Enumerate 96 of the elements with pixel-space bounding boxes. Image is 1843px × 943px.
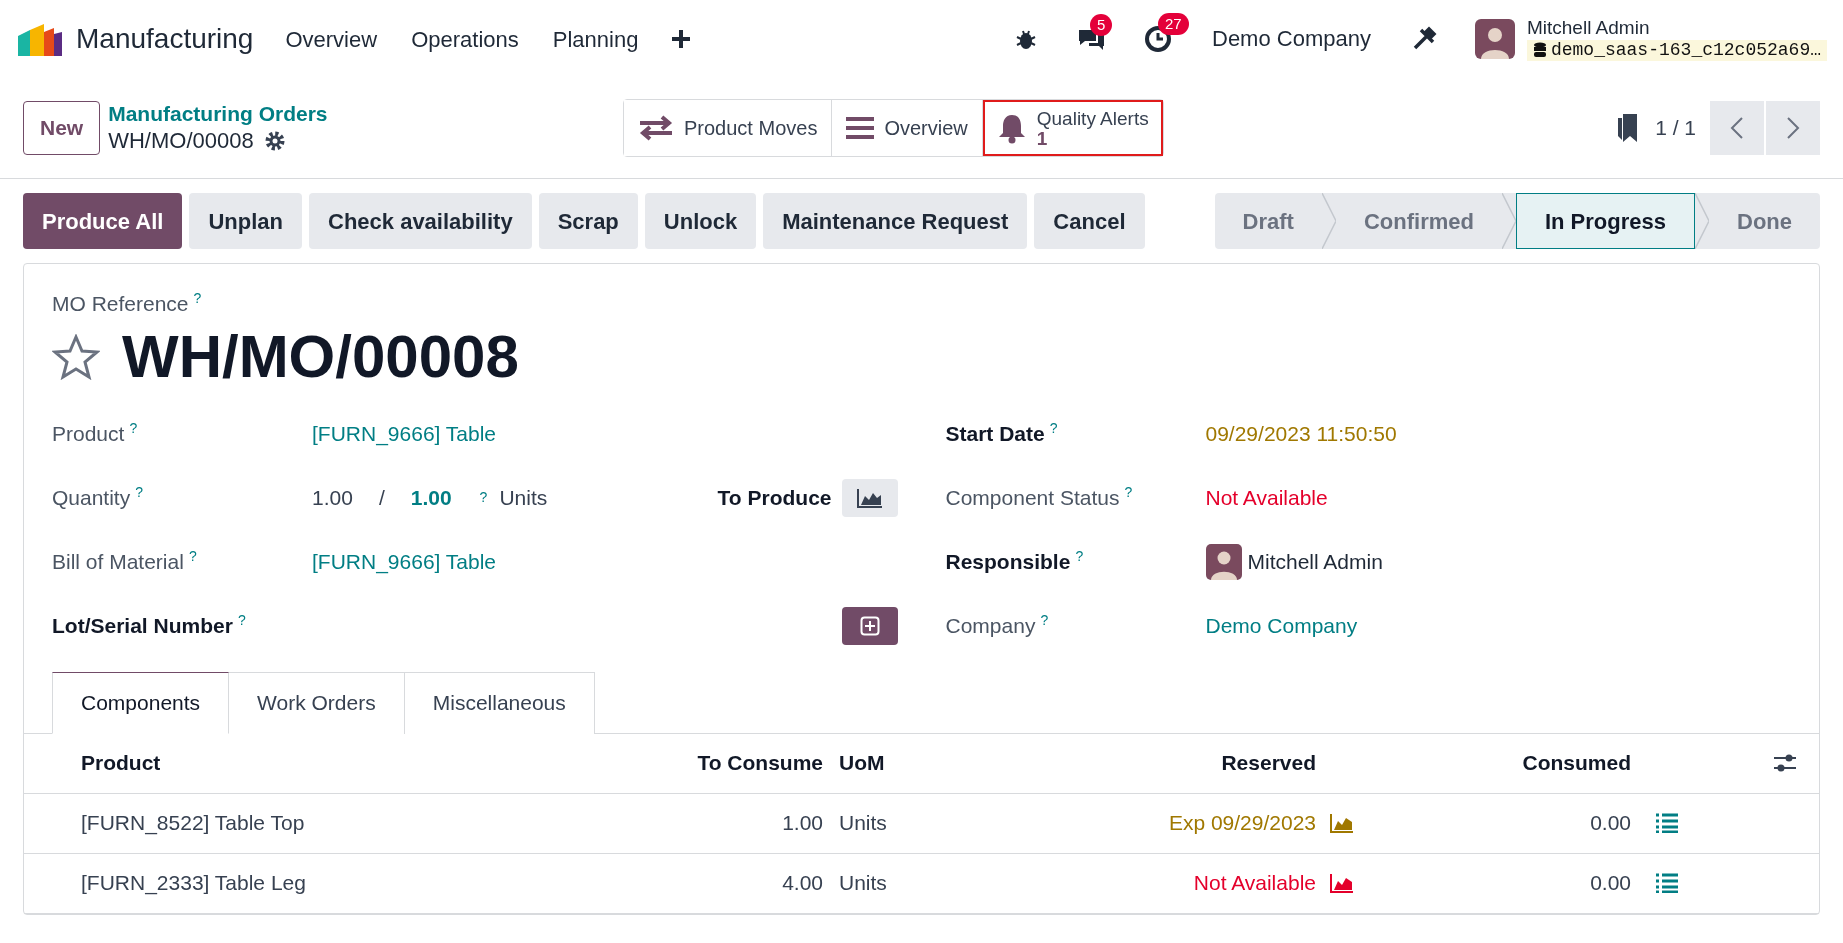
breadcrumb-link[interactable]: Manufacturing Orders: [108, 101, 328, 128]
smart-button[interactable]: Product Moves: [624, 100, 833, 156]
action-button[interactable]: Check availability: [309, 193, 532, 249]
help-mark[interactable]: ?: [1124, 481, 1133, 514]
table-cell-text: 0.00: [1589, 870, 1631, 897]
transfer-arrows-icon: [638, 115, 674, 141]
column-header[interactable]: Product: [81, 747, 621, 779]
notebook-tab[interactable]: Miscellaneous: [404, 671, 595, 734]
detail-list-icon[interactable]: [1655, 873, 1679, 893]
field-label: Component Status: [945, 484, 1120, 511]
notebook-tab[interactable]: Components: [52, 671, 230, 734]
action-button[interactable]: Unplan: [189, 193, 302, 249]
status-stage[interactable]: In Progress: [1515, 193, 1695, 249]
help-mark[interactable]: ?: [237, 609, 246, 642]
field-label: MO Reference: [52, 291, 189, 317]
column-header[interactable]: UoM: [823, 747, 1001, 779]
star-icon[interactable]: [52, 333, 100, 380]
area-chart-icon[interactable]: [1330, 873, 1354, 893]
action-button[interactable]: Maintenance Request: [763, 193, 1028, 249]
help-mark[interactable]: ?: [129, 417, 138, 450]
area-chart-icon: [856, 487, 883, 508]
quantity-value[interactable]: 1.00: [312, 481, 353, 514]
field-label: Company: [945, 612, 1036, 639]
field-label: Bill of Material: [52, 548, 184, 575]
help-mark[interactable]: ?: [193, 288, 202, 320]
app-logo-icon: [16, 22, 62, 56]
notification-badge: 27: [1158, 13, 1189, 35]
user-name[interactable]: Mitchell Admin: [1526, 16, 1827, 40]
separator-text: /: [378, 484, 385, 511]
user-avatar[interactable]: [1474, 19, 1515, 59]
field-label: Product: [52, 420, 125, 447]
field-label: Lot/Serial Number: [52, 612, 233, 639]
help-mark[interactable]: ?: [479, 487, 488, 508]
company-switcher[interactable]: Demo Company: [1210, 22, 1373, 56]
menu-item[interactable]: Operations: [409, 22, 521, 56]
plus-icon[interactable]: [670, 28, 693, 50]
app-name[interactable]: Manufacturing: [76, 18, 254, 60]
quantity-target[interactable]: 1.00: [410, 481, 452, 514]
field-label: Quantity: [52, 484, 131, 511]
chevron-right-icon: [1786, 116, 1800, 140]
table-cell-text: [FURN_8522] Table Top: [81, 810, 306, 837]
action-button[interactable]: Cancel: [1034, 193, 1145, 249]
plus-square-icon: [859, 615, 880, 636]
action-button[interactable]: Scrap: [538, 193, 638, 249]
table-cell-text: Units: [838, 870, 888, 897]
field-label: To Produce: [717, 484, 832, 511]
field-link[interactable]: [FURN_9666] Table: [312, 417, 497, 450]
table-cell-text: Units: [838, 810, 888, 837]
record-name: WH/MO/00008: [108, 127, 254, 155]
detail-list-icon[interactable]: [1655, 813, 1679, 833]
status-stage[interactable]: Confirmed: [1335, 193, 1502, 249]
status-stage[interactable]: Done: [1709, 193, 1820, 249]
notification-badge: 5: [1090, 14, 1113, 36]
help-mark[interactable]: ?: [1040, 609, 1049, 642]
stage-separator-icon: [1695, 193, 1709, 249]
menu-item[interactable]: Planning: [550, 22, 641, 56]
table-cell-text: 0.00: [1589, 810, 1631, 837]
status-stage[interactable]: Draft: [1214, 193, 1322, 249]
add-lot-button[interactable]: [841, 606, 898, 645]
database-name: demo_saas-163_c12c052a69…: [1526, 39, 1827, 62]
sliders-icon[interactable]: [1773, 752, 1797, 774]
status-value: Not Available: [1205, 484, 1328, 511]
help-mark[interactable]: ?: [1049, 417, 1058, 450]
help-mark[interactable]: ?: [188, 545, 197, 578]
table-cell-text: [FURN_2333] Table Leg: [81, 870, 307, 897]
table-cell-text: 1.00: [781, 810, 823, 837]
field-link[interactable]: [FURN_9666] Table: [312, 545, 497, 578]
table-cell-text: Exp 09/29/2023: [1167, 810, 1316, 837]
menu-item[interactable]: Overview: [283, 22, 380, 56]
column-header[interactable]: Reserved: [1001, 747, 1316, 779]
pager-value[interactable]: 1 / 1: [1655, 112, 1696, 144]
user-name[interactable]: Mitchell Admin: [1247, 545, 1383, 578]
table-cell-text: 4.00: [781, 870, 823, 897]
action-button[interactable]: Produce All: [23, 193, 183, 249]
settings-icon[interactable]: [263, 130, 286, 153]
forecast-button[interactable]: [841, 478, 898, 517]
database-icon: [1532, 42, 1547, 59]
smart-button[interactable]: Quality Alerts 1: [982, 100, 1163, 156]
area-chart-icon[interactable]: [1330, 813, 1354, 833]
record-title: WH/MO/00008: [122, 323, 519, 390]
notebook-tab[interactable]: Work Orders: [229, 671, 405, 734]
field-label: Responsible: [945, 548, 1071, 575]
action-button[interactable]: Unlock: [644, 193, 757, 249]
column-header[interactable]: Consumed: [1366, 747, 1631, 779]
user-avatar: [1205, 543, 1242, 580]
chevron-left-icon: [1730, 116, 1744, 140]
list-icon: [846, 116, 875, 140]
new-button[interactable]: New: [23, 101, 101, 155]
uom-text: Units: [499, 484, 548, 511]
date-value[interactable]: 09/29/2023 11:50:50: [1205, 417, 1397, 450]
field-link[interactable]: Demo Company: [1205, 609, 1358, 642]
table-cell-text: Not Available: [1192, 870, 1316, 897]
field-label: Start Date: [945, 420, 1045, 447]
help-mark[interactable]: ?: [135, 481, 143, 514]
column-header[interactable]: To Consume: [621, 747, 823, 779]
help-mark[interactable]: ?: [1075, 545, 1084, 578]
